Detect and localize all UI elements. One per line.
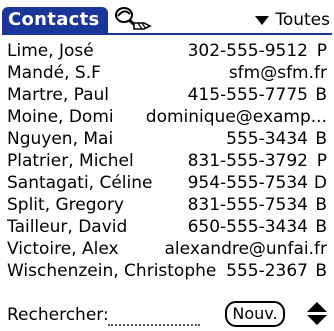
header-bar: Contacts Toutes [0, 0, 334, 36]
contact-value: 954-555-7534 D [188, 172, 327, 194]
contact-value: 831-555-7534 B [188, 194, 327, 216]
category-label: Toutes [275, 10, 330, 30]
title-underline [2, 33, 332, 35]
lookup-icon[interactable] [110, 4, 160, 32]
contact-name: Mandé, S.F [7, 63, 101, 83]
contact-value-text: 831-555-7534 [187, 195, 308, 215]
contact-value-text: 650-555-3434 [187, 217, 308, 237]
contact-name: Santagati, Céline [7, 173, 153, 193]
category-dropdown[interactable]: Toutes [255, 9, 330, 31]
contact-value-text: 415-555-7775 [187, 85, 308, 105]
contact-type: B [315, 195, 327, 215]
app-title[interactable]: Contacts [2, 7, 108, 33]
contact-name: Victoire, Alex [7, 239, 119, 259]
contact-type: D [313, 173, 327, 193]
contact-row[interactable]: Martre, Paul 415-555-7775 B [7, 84, 327, 106]
contact-type: P [316, 151, 327, 171]
contact-row[interactable]: Split, Gregory 831-555-7534 B [7, 194, 327, 216]
contact-list: Lime, José 302-555-9512 P Mandé, S.F sfm@sfm… [7, 40, 327, 282]
contact-value-text: sfm@sfm.fr [228, 63, 327, 83]
contact-value-text: 831-555-3792 [187, 151, 308, 171]
triangle-down-icon [255, 15, 270, 25]
contact-value: 555-2367 B [226, 260, 327, 282]
contact-type: B [315, 129, 327, 149]
contact-value: 302-555-9512 P [188, 40, 327, 62]
contact-value-text: 302-555-9512 [187, 41, 308, 61]
search-label: Rechercher: [7, 305, 109, 325]
contact-row[interactable]: Mandé, S.F sfm@sfm.fr [7, 62, 327, 84]
contact-name: Lime, José [7, 41, 94, 61]
contact-row[interactable]: Nguyen, Mai 555-3434 B [7, 128, 327, 150]
contact-value-text: dominique@examp... [145, 107, 327, 127]
contact-type: B [315, 217, 327, 237]
footer-bar: Rechercher: Nouv. [0, 296, 334, 331]
contact-type: P [316, 41, 327, 61]
contact-name: Wischenzein, Christophe [7, 261, 217, 281]
contact-name: Nguyen, Mai [7, 129, 114, 149]
contact-value: 415-555-7775 B [188, 84, 327, 106]
contact-row[interactable]: Tailleur, David 650-555-3434 B [7, 216, 327, 238]
contact-value: alexandre@unfai.fr [165, 238, 327, 260]
contact-row[interactable]: Lime, José 302-555-9512 P [7, 40, 327, 62]
contact-name: Platrier, Michel [7, 151, 134, 171]
contact-value: 831-555-3792 P [188, 150, 327, 172]
contact-value-text: 954-555-7534 [187, 173, 308, 193]
contact-value: 650-555-3434 B [188, 216, 327, 238]
contact-value: sfm@sfm.fr [229, 62, 327, 84]
contact-name: Tailleur, David [7, 217, 128, 237]
new-button[interactable]: Nouv. [225, 301, 285, 327]
contact-name: Martre, Paul [7, 85, 110, 105]
contact-type: B [315, 261, 327, 281]
contact-row[interactable]: Moine, Domi dominique@examp... [7, 106, 327, 128]
scroll-arrows[interactable] [306, 302, 328, 328]
contact-value: 555-3434 B [226, 128, 327, 150]
scroll-up-icon[interactable] [307, 302, 327, 312]
contact-row[interactable]: Platrier, Michel 831-555-3792 P [7, 150, 327, 172]
contact-name: Moine, Domi [7, 107, 114, 127]
contact-value-text: 555-3434 [226, 129, 308, 149]
contact-row[interactable]: Victoire, Alex alexandre@unfai.fr [7, 238, 327, 260]
contact-value-text: 555-2367 [226, 261, 308, 281]
contact-value: dominique@examp... [146, 106, 327, 128]
contact-type: B [315, 85, 327, 105]
contact-name: Split, Gregory [7, 195, 124, 215]
contact-value-text: alexandre@unfai.fr [164, 239, 327, 259]
contact-row[interactable]: Santagati, Céline 954-555-7534 D [7, 172, 327, 194]
contact-row[interactable]: Wischenzein, Christophe 555-2367 B [7, 260, 327, 282]
search-input[interactable] [108, 324, 200, 326]
scroll-down-icon[interactable] [307, 315, 327, 325]
